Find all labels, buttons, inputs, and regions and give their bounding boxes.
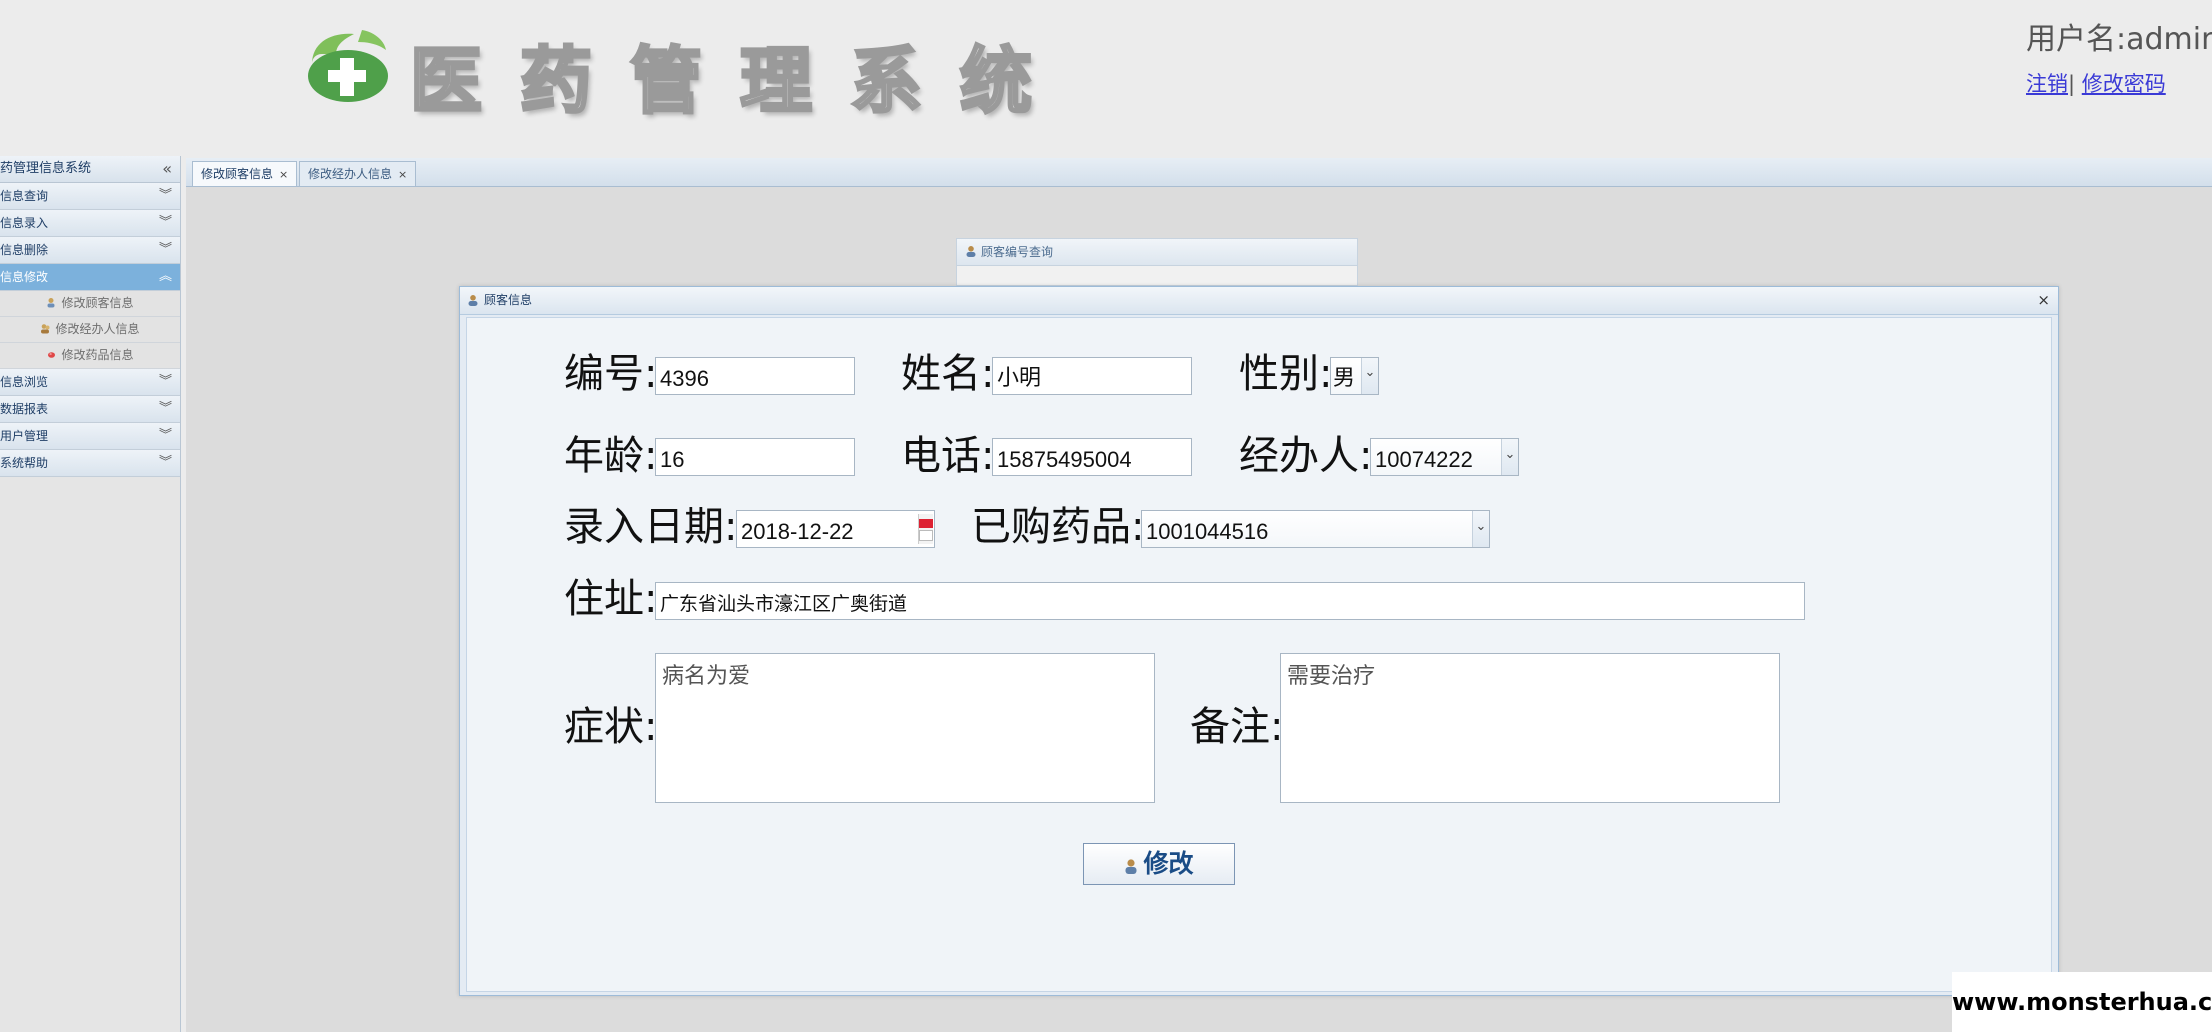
handler-select[interactable]: 10074222 ⌄ <box>1370 438 1519 476</box>
tab-close-icon[interactable]: × <box>279 168 288 181</box>
tab-label: 修改经办人信息 <box>308 167 393 181</box>
sidebar-section-query[interactable]: 信息查询 ︾ <box>0 183 180 210</box>
query-panel-title: 顾客编号查询 <box>981 245 1054 259</box>
sidebar-section-delete[interactable]: 信息删除 ︾ <box>0 237 180 264</box>
link-separator: | <box>2068 72 2076 96</box>
sidebar-section-label: 系统帮助 <box>0 456 49 470</box>
user-icon <box>1125 859 1137 874</box>
entry-date-value: 2018-12-22 <box>741 519 854 544</box>
dialog-title: 顾客信息 <box>484 293 533 307</box>
sidebar-section-reports[interactable]: 数据报表 ︾ <box>0 396 180 423</box>
tab-label: 修改顾客信息 <box>201 167 274 181</box>
chevron-down-icon: ⌄ <box>1361 358 1378 394</box>
sidebar-section-label: 数据报表 <box>0 402 49 416</box>
user-links: 注销| 修改密码 <box>2026 68 2212 98</box>
sidebar-item-label: 修改经办人信息 <box>55 322 140 336</box>
calendar-icon[interactable] <box>918 514 933 544</box>
sidebar-item-modify-handler[interactable]: 修改经办人信息 <box>0 317 180 343</box>
sidebar-section-label: 信息删除 <box>0 243 49 257</box>
header: 医药管理系统 用户名:admin 注销| 修改密码 <box>0 0 2212 156</box>
sidebar-section-label: 信息录入 <box>0 216 49 230</box>
symptom-textarea[interactable]: 病名为爱 <box>655 653 1155 803</box>
user-group-icon <box>41 324 50 334</box>
sidebar-section-label: 用户管理 <box>0 429 49 443</box>
phone-label: 电话: <box>901 433 995 479</box>
handler-label: 经办人: <box>1239 433 1373 479</box>
sidebar-section-users[interactable]: 用户管理 ︾ <box>0 423 180 450</box>
change-password-link[interactable]: 修改密码 <box>2082 72 2166 96</box>
username-display: 用户名:admin <box>2026 14 2212 58</box>
user-icon <box>966 246 976 257</box>
chevron-double-down-icon: ︾ <box>158 455 172 470</box>
customer-id-field[interactable]: 4396 <box>655 357 855 395</box>
chevron-double-down-icon: ︾ <box>158 188 172 203</box>
user-icon <box>468 295 478 306</box>
customer-id-query-panel: 顾客编号查询 <box>956 238 1358 286</box>
user-edit-icon <box>47 298 55 308</box>
chevron-double-down-icon: ︾ <box>158 401 172 416</box>
entry-date-label: 录入日期: <box>564 504 738 550</box>
sidebar-section-browse[interactable]: 信息浏览 ︾ <box>0 369 180 396</box>
chevron-double-down-icon: ︾ <box>158 428 172 443</box>
purchased-drug-select[interactable]: 1001044516 ⌄ <box>1141 510 1490 548</box>
sidebar-title-label: 药管理信息系统 <box>0 161 92 176</box>
query-panel-header: 顾客编号查询 <box>957 239 1357 266</box>
tab-bar: 修改顾客信息 × 修改经办人信息 × <box>186 158 2212 187</box>
sidebar-item-label: 修改顾客信息 <box>61 296 134 310</box>
sidebar-item-modify-drug[interactable]: 修改药品信息 <box>0 343 180 369</box>
phone-field[interactable]: 15875495004 <box>992 438 1192 476</box>
chevron-double-down-icon: ︾ <box>158 215 172 230</box>
purchased-drug-label: 已购药品: <box>971 504 1145 550</box>
watermark: www.monsterhua.com <box>1952 972 2212 1032</box>
username-value: admin <box>2126 22 2212 57</box>
chevron-down-icon: ⌄ <box>1472 511 1489 547</box>
address-field[interactable]: 广东省汕头市濠江区广奥街道 <box>655 582 1805 620</box>
purchased-drug-value: 1001044516 <box>1146 519 1269 544</box>
remark-label: 备注: <box>1190 704 1284 750</box>
customer-name-field[interactable]: 小明 <box>992 357 1192 395</box>
gender-value: 男 <box>1333 366 1356 391</box>
sidebar: 药管理信息系统 « 信息查询 ︾ 信息录入 ︾ 信息删除 ︾ 信息修改 ︽ 修改… <box>0 156 181 1032</box>
tab-modify-handler[interactable]: 修改经办人信息 × <box>299 161 417 186</box>
tab-modify-customer[interactable]: 修改顾客信息 × <box>192 161 298 186</box>
sidebar-section-entry[interactable]: 信息录入 ︾ <box>0 210 180 237</box>
close-icon[interactable]: × <box>2037 287 2050 314</box>
chevron-double-down-icon: ︾ <box>158 242 172 257</box>
sidebar-title: 药管理信息系统 « <box>0 156 180 183</box>
sidebar-section-help[interactable]: 系统帮助 ︾ <box>0 450 180 477</box>
age-field[interactable]: 16 <box>655 438 855 476</box>
user-box: 用户名:admin 注销| 修改密码 <box>2026 14 2212 98</box>
pill-icon <box>48 352 56 358</box>
sidebar-item-label: 修改药品信息 <box>61 348 134 362</box>
name-label: 姓名: <box>901 351 995 397</box>
gender-label: 性别: <box>1239 351 1333 397</box>
sidebar-section-label: 信息浏览 <box>0 375 49 389</box>
sidebar-section-modify[interactable]: 信息修改 ︽ <box>0 264 180 291</box>
sidebar-collapse-icon[interactable]: « <box>162 156 172 182</box>
dialog-header: 顾客信息 × <box>460 287 2058 315</box>
chevron-double-up-icon: ︽ <box>158 269 172 284</box>
chevron-double-down-icon: ︾ <box>158 374 172 389</box>
modify-button-label: 修改 <box>1143 849 1194 878</box>
entry-date-field[interactable]: 2018-12-22 <box>736 510 935 548</box>
tab-close-icon[interactable]: × <box>398 168 407 181</box>
remark-textarea[interactable]: 需要治疗 <box>1280 653 1780 803</box>
address-label: 住址: <box>564 576 658 622</box>
app-logo-icon <box>308 30 388 102</box>
modify-button[interactable]: 修改 <box>1083 843 1235 885</box>
sidebar-section-label: 信息修改 <box>0 270 49 284</box>
gender-select[interactable]: 男 ⌄ <box>1330 357 1379 395</box>
sidebar-section-label: 信息查询 <box>0 189 49 203</box>
age-label: 年龄: <box>564 433 658 479</box>
id-label: 编号: <box>564 351 658 397</box>
handler-value: 10074222 <box>1375 447 1473 472</box>
chevron-down-icon: ⌄ <box>1501 439 1518 475</box>
sidebar-item-modify-customer[interactable]: 修改顾客信息 <box>0 291 180 317</box>
app-title: 医药管理系统 <box>408 37 1071 125</box>
logout-link[interactable]: 注销 <box>2026 72 2068 96</box>
symptom-label: 症状: <box>564 704 658 750</box>
username-prefix: 用户名: <box>2026 22 2127 57</box>
